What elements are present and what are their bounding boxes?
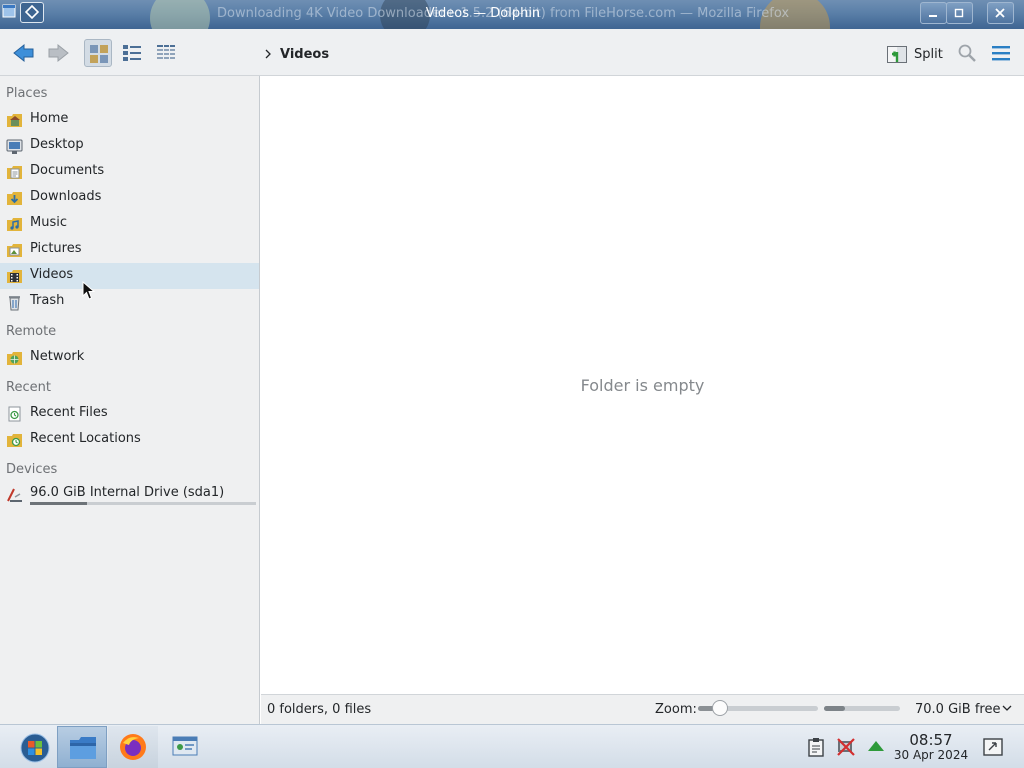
sidebar-item-label: Pictures (30, 241, 82, 256)
recent-files-icon (8, 406, 21, 422)
sidebar-item-label: Recent Locations (30, 431, 141, 446)
sidebar-item-label: Music (30, 215, 67, 230)
section-title-remote: Remote (6, 324, 57, 339)
zoom-slider-handle[interactable] (711, 700, 728, 716)
places-panel: Places Home Desktop Documents Downloads … (0, 76, 260, 724)
forward-button[interactable] (43, 39, 71, 67)
sidebar-item-desktop[interactable]: Desktop (0, 133, 259, 159)
network-disconnected-icon[interactable] (836, 737, 856, 757)
recent-locations-icon (7, 434, 22, 447)
split-label: Split (914, 46, 943, 62)
icons-view-button[interactable] (84, 39, 112, 67)
clock-time[interactable]: 08:57 (890, 731, 972, 749)
forward-arrow-icon (48, 43, 69, 63)
details-view-button[interactable] (152, 39, 180, 67)
sidebar-item-label: Network (30, 349, 85, 364)
updates-icon[interactable] (866, 737, 886, 757)
system-settings-icon (172, 736, 198, 756)
zoom-label: Zoom: (655, 702, 697, 717)
sidebar-item-label: Desktop (30, 137, 84, 152)
section-title-devices: Devices (6, 462, 58, 477)
sidebar-item-label: Documents (30, 163, 105, 178)
clock-date[interactable]: 30 Apr 2024 (890, 748, 972, 762)
sidebar-item-label: Trash (30, 293, 65, 308)
close-button[interactable] (987, 2, 1014, 24)
search-button[interactable] (953, 39, 981, 67)
window-title: Videos — Dolphin (425, 6, 541, 21)
task-dolphin[interactable] (57, 726, 107, 768)
hard-drive-icon (7, 488, 22, 502)
back-button[interactable] (9, 39, 37, 67)
empty-folder-message: Folder is empty (580, 376, 705, 395)
main-menu-button[interactable] (987, 39, 1015, 67)
mouse-cursor-icon (82, 281, 95, 300)
sidebar-item-label: Recent Files (30, 405, 108, 420)
section-title-recent: Recent (6, 380, 51, 395)
used-space-fill (824, 706, 845, 711)
zoom-slider[interactable] (698, 700, 818, 716)
home-folder-icon (7, 114, 22, 127)
maximize-button[interactable] (946, 2, 973, 24)
sidebar-item-label: Downloads (30, 189, 102, 204)
videos-folder-icon (7, 270, 22, 283)
sidebar-item-label: Videos (30, 267, 74, 282)
minimize-button[interactable] (920, 2, 947, 24)
sidebar-item-recent-locations[interactable]: Recent Locations (0, 427, 259, 453)
free-space-label[interactable]: 70.0 GiB free (915, 702, 1000, 717)
trash-icon (9, 296, 20, 311)
folder-summary: 0 folders, 0 files (267, 702, 372, 717)
section-title-places: Places (6, 86, 48, 101)
icons-view-icon (90, 45, 108, 63)
drive-usage-fill (30, 502, 87, 505)
desktop-folder-icon (6, 139, 23, 154)
breadcrumb-videos[interactable]: Videos (280, 47, 329, 62)
task-system-settings[interactable] (160, 726, 210, 768)
chevron-right-icon (265, 49, 271, 59)
file-view[interactable]: Folder is empty (261, 76, 1024, 694)
free-space-bar (824, 706, 900, 711)
status-bar: 0 folders, 0 files Zoom: 70.0 GiB free (261, 694, 1024, 724)
downloads-folder-icon (7, 192, 22, 205)
sidebar-item-downloads[interactable]: Downloads (0, 185, 259, 211)
search-icon (958, 44, 976, 62)
sidebar-item-label: 96.0 GiB Internal Drive (sda1) (30, 485, 225, 500)
title-bar: Downloading 4K Video Downloader+ 1.5.2 (… (0, 0, 1024, 29)
taskbar: 08:57 30 Apr 2024 (0, 724, 1024, 768)
split-button[interactable]: Split (886, 41, 943, 67)
start-menu-button[interactable] (9, 726, 59, 768)
network-folder-icon (7, 352, 22, 365)
sidebar-item-home[interactable]: Home (0, 107, 259, 133)
toolbar: Videos Split (0, 29, 1024, 76)
sidebar-item-network[interactable]: Network (0, 345, 259, 371)
firefox-icon (120, 734, 146, 760)
breadcrumb: Videos (264, 45, 329, 63)
sidebar-item-pictures[interactable]: Pictures (0, 237, 259, 263)
sidebar-item-recent-files[interactable]: Recent Files (0, 401, 259, 427)
compact-view-icon (123, 45, 141, 61)
clipboard-icon[interactable] (806, 737, 826, 757)
chevron-down-icon[interactable] (1002, 705, 1012, 712)
dolphin-file-manager-icon (70, 737, 96, 759)
sidebar-item-trash[interactable]: Trash (0, 289, 259, 315)
task-firefox[interactable] (108, 726, 158, 768)
details-view-icon (157, 45, 175, 61)
pictures-folder-icon (7, 244, 22, 257)
sidebar-item-label: Home (30, 111, 69, 126)
documents-folder-icon (7, 166, 22, 179)
show-desktop-icon[interactable] (982, 736, 1004, 758)
split-view-icon (887, 46, 907, 63)
compact-view-button[interactable] (118, 39, 146, 67)
hamburger-menu-icon (992, 46, 1010, 61)
music-folder-icon (7, 218, 22, 231)
sidebar-item-documents[interactable]: Documents (0, 159, 259, 185)
start-menu-orb-icon (20, 733, 50, 763)
sidebar-item-music[interactable]: Music (0, 211, 259, 237)
sidebar-item-videos[interactable]: Videos (0, 263, 259, 289)
back-arrow-icon (13, 43, 34, 63)
drive-usage-bar (30, 502, 256, 505)
